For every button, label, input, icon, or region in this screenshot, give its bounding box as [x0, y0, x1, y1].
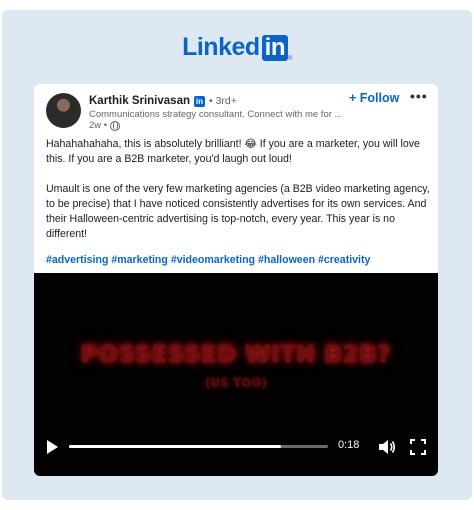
- video-controls: 0:18: [34, 431, 438, 461]
- author-row: Karthik Srinivasan in • 3rd+: [89, 94, 237, 108]
- video-subline-text: (US TOO): [204, 376, 268, 390]
- linkedin-badge-icon: in: [193, 95, 205, 107]
- linkedin-logo: Linked in ®: [0, 33, 474, 62]
- post-time: 2w •: [89, 120, 108, 131]
- logo-in-box: in: [261, 35, 288, 61]
- post-hashtags[interactable]: #advertising #marketing #videomarketing …: [46, 254, 370, 266]
- video-headline-text: POSSESSED WITH B2B?: [81, 342, 391, 368]
- more-options-icon[interactable]: •••: [410, 88, 428, 104]
- play-icon[interactable]: [47, 440, 58, 454]
- logo-text: Linked: [182, 33, 260, 61]
- post-card: Karthik Srinivasan in • 3rd+ Communicati…: [34, 84, 438, 476]
- post-text: Hahahahahaha, this is absolutely brillia…: [46, 137, 430, 257]
- globe-icon: [110, 120, 121, 131]
- follow-button[interactable]: + Follow: [349, 91, 399, 105]
- video-time: 0:18: [338, 439, 360, 451]
- author-avatar[interactable]: [46, 93, 81, 128]
- video-progress-fill: [69, 445, 282, 448]
- post-paragraph-2: Umault is one of the very few marketing …: [46, 183, 430, 240]
- post-paragraph-1: Hahahahahaha, this is absolutely brillia…: [46, 138, 420, 165]
- author-name[interactable]: Karthik Srinivasan: [89, 95, 190, 107]
- logo-registered: ®: [287, 56, 292, 62]
- volume-icon[interactable]: [378, 439, 396, 455]
- post-time-row: 2w •: [89, 120, 121, 131]
- fullscreen-icon[interactable]: [410, 439, 426, 455]
- video-player[interactable]: POSSESSED WITH B2B? (US TOO) 0:18: [34, 273, 438, 476]
- author-headline: Communications strategy consultant. Conn…: [89, 109, 343, 120]
- connection-degree: • 3rd+: [208, 95, 237, 107]
- video-progress-bar[interactable]: [69, 445, 328, 448]
